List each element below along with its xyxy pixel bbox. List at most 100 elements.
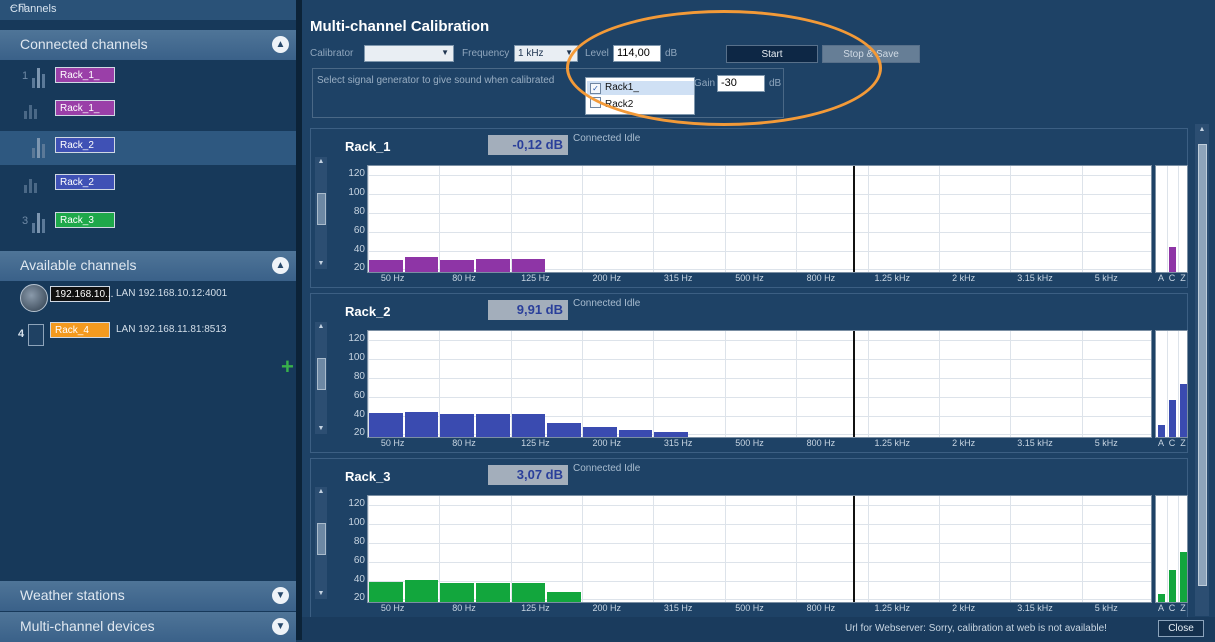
available-channel-row[interactable]: 192.168.10... LAN 192.168.10.12:4001 — [0, 282, 296, 318]
level-meter-icon — [32, 66, 48, 88]
weighting-bar — [1158, 593, 1165, 602]
chevron-down-icon[interactable]: ▼ — [272, 587, 289, 604]
x-tick-label: 800 Hz — [806, 603, 836, 613]
x-tick-label: 5 kHz — [1094, 273, 1118, 283]
frequency-cursor[interactable] — [852, 166, 855, 272]
y-tick-label: 60 — [353, 224, 365, 236]
grid-line — [1167, 331, 1168, 437]
grid-line — [368, 524, 1151, 526]
channel-chip[interactable]: 192.168.10... — [50, 286, 113, 302]
spectrum-bar — [547, 422, 582, 437]
x-tick-label: 800 Hz — [806, 273, 836, 283]
scrollbar-thumb[interactable] — [317, 193, 326, 225]
spectrum-bar — [440, 259, 475, 272]
scroll-down-icon[interactable]: ▼ — [315, 589, 327, 599]
webserver-message: Url for Webserver: Sorry, calibration at… — [845, 623, 1107, 634]
chevron-up-icon[interactable]: ▲ — [272, 257, 289, 274]
weighting-bar — [1180, 552, 1187, 602]
frequency-cursor[interactable] — [852, 496, 855, 602]
grid-line — [368, 505, 1151, 507]
calibrator-select[interactable]: ▼ — [364, 45, 454, 62]
connected-channels-header[interactable]: Connected channels ▲ — [0, 30, 296, 60]
y-tick-label: 120 — [348, 168, 365, 180]
channel-chip[interactable]: Rack_1_ — [55, 100, 115, 116]
scroll-down-icon[interactable]: ▼ — [315, 259, 327, 269]
grid-line — [1010, 166, 1012, 272]
scrollbar-thumb[interactable] — [317, 358, 326, 390]
connected-channel-row[interactable]: Rack_2 — [0, 131, 296, 165]
grid-line — [1010, 496, 1012, 602]
x-tick-label: 80 Hz — [452, 603, 476, 613]
weather-stations-header[interactable]: Weather stations ▼ — [0, 581, 296, 611]
scroll-up-icon[interactable]: ▲ — [315, 157, 327, 167]
frequency-cursor[interactable] — [852, 331, 855, 437]
grid-line — [938, 496, 940, 602]
available-channels-header[interactable]: Available channels ▲ — [0, 251, 296, 281]
grid-line — [867, 331, 869, 437]
vertical-scrollbar[interactable]: ▲ — [1195, 124, 1209, 616]
grid-line — [1010, 331, 1012, 437]
channel-chip[interactable]: Rack_2 — [55, 137, 115, 153]
scroll-up-icon[interactable]: ▲ — [1195, 126, 1209, 133]
y-tick-label: 100 — [348, 352, 365, 364]
spectrum-graph[interactable] — [367, 165, 1152, 273]
y-tick-label: 60 — [353, 389, 365, 401]
grid-line — [368, 194, 1151, 196]
spectrum-graph[interactable] — [367, 330, 1152, 438]
channel-chip[interactable]: Rack_2 — [55, 174, 115, 190]
rack-name: Rack_1 — [345, 139, 391, 154]
x-tick-label: 50 Hz — [380, 603, 405, 613]
x-tick-label: 1.25 kHz — [874, 603, 910, 613]
chevron-down-icon[interactable]: ▼ — [272, 618, 289, 635]
grid-line — [867, 166, 869, 272]
spectrum-bar — [476, 583, 510, 602]
graph-vertical-scrollbar[interactable]: ▲ ▼ — [315, 487, 327, 599]
grid-line — [1178, 496, 1179, 602]
chevron-up-icon[interactable]: ▲ — [272, 36, 289, 53]
available-channel-row[interactable]: 4 Rack_4 LAN 192.168.11.81:8513 — [0, 318, 296, 354]
x-tick-label: 80 Hz — [452, 273, 476, 283]
channel-number: 1 — [22, 70, 29, 82]
x-tick-label: 2 kHz — [952, 438, 976, 448]
spectrum-bar — [404, 411, 439, 437]
connected-channel-row[interactable]: 3 Rack_3 — [0, 206, 296, 240]
add-channel-icon[interactable]: + — [281, 356, 294, 378]
channel-chip[interactable]: Rack_3 — [55, 212, 115, 228]
channel-chip[interactable]: Rack_1_ — [55, 67, 115, 83]
grid-line — [653, 166, 655, 272]
weighting-bar — [1169, 246, 1176, 272]
x-tick-label: 125 Hz — [521, 603, 550, 613]
connected-channel-row[interactable]: Rack_2 — [0, 168, 296, 202]
rack-level-value: 9,91 dB — [488, 300, 568, 320]
spectrum-graph[interactable] — [367, 495, 1152, 603]
speaker-icon — [24, 103, 38, 119]
scrollbar-thumb[interactable] — [317, 523, 326, 555]
graph-vertical-scrollbar[interactable]: ▲ ▼ — [315, 322, 327, 434]
weighting-label: A — [1157, 273, 1165, 283]
grid-line — [368, 561, 1151, 563]
connected-channel-row[interactable]: 1 Rack_1_ — [0, 61, 296, 95]
connected-channel-row[interactable]: Rack_1_ — [0, 94, 296, 128]
channel-chip[interactable]: Rack_4 — [50, 322, 110, 338]
x-tick-label: 200 Hz — [592, 273, 622, 283]
scrollbar-thumb[interactable] — [1198, 144, 1207, 586]
weighting-bar — [1180, 384, 1187, 437]
grid-line — [582, 331, 584, 437]
scroll-up-icon[interactable]: ▲ — [315, 322, 327, 332]
weighting-label: C — [1168, 603, 1176, 613]
x-tick-label: 3.15 kHz — [1017, 273, 1053, 283]
grid-line — [1167, 166, 1168, 272]
y-tick-label: 120 — [348, 333, 365, 345]
app-window: Channels – ⊓ Connected channels ▲ 1 Rack_… — [0, 0, 1215, 642]
x-tick-label: 315 Hz — [663, 603, 693, 613]
grid-line — [368, 377, 1151, 379]
pin-icon[interactable]: – ⊓ — [10, 2, 288, 13]
y-tick-label: 100 — [348, 187, 365, 199]
close-button[interactable]: Close — [1158, 620, 1204, 637]
scroll-up-icon[interactable]: ▲ — [315, 487, 327, 497]
graph-vertical-scrollbar[interactable]: ▲ ▼ — [315, 157, 327, 269]
multi-channel-devices-header[interactable]: Multi-channel devices ▼ — [0, 612, 296, 642]
scroll-down-icon[interactable]: ▼ — [315, 424, 327, 434]
y-tick-label: 20 — [353, 262, 365, 274]
highlight-ellipse — [566, 10, 882, 126]
